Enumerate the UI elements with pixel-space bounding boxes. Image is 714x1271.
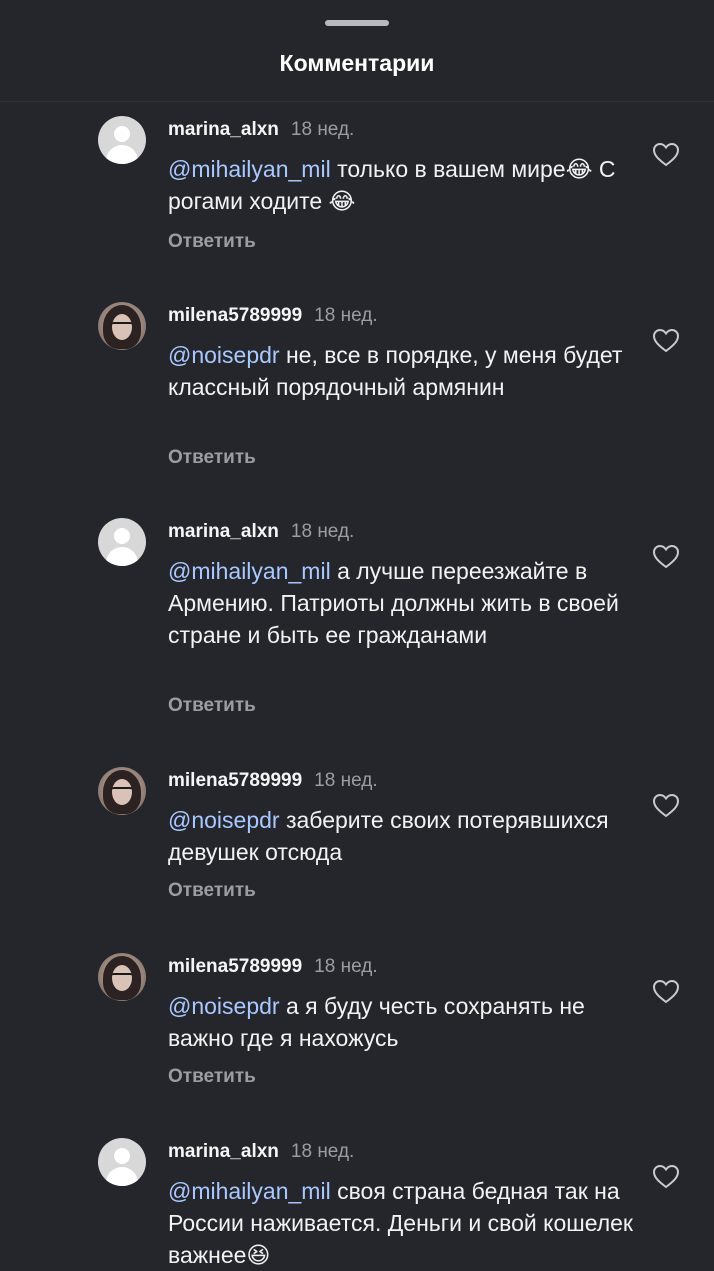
profile-photo[interactable] bbox=[98, 767, 146, 815]
like-heart-icon[interactable] bbox=[652, 979, 680, 1005]
comment-meta: marina_alxn 18 нед. bbox=[168, 1140, 354, 1164]
comment-text: @noisepdr заберите своих потерявшихся де… bbox=[168, 804, 638, 868]
comment-text: @noisepdr а я буду честь сохранять не ва… bbox=[168, 990, 638, 1054]
timestamp: 18 нед. bbox=[314, 956, 378, 977]
like-heart-icon[interactable] bbox=[652, 1164, 680, 1190]
default-avatar-icon[interactable] bbox=[98, 1138, 146, 1186]
comment-text: @mihailyan_mil своя страна бедная так на… bbox=[168, 1175, 638, 1271]
comment-meta: milena5789999 18 нед. bbox=[168, 769, 378, 793]
reply-button[interactable]: Ответить bbox=[168, 1066, 256, 1088]
mention-link[interactable]: @mihailyan_mil bbox=[168, 558, 331, 584]
comment-text: @noisepdr не, все в порядке, у меня буде… bbox=[168, 339, 638, 403]
username[interactable]: milena5789999 bbox=[168, 956, 302, 977]
reply-button[interactable]: Ответить bbox=[168, 695, 256, 717]
page-title: Комментарии bbox=[279, 50, 435, 76]
like-heart-icon[interactable] bbox=[652, 793, 680, 819]
mention-link[interactable]: @noisepdr bbox=[168, 993, 280, 1019]
profile-photo[interactable] bbox=[98, 302, 146, 350]
timestamp: 18 нед. bbox=[314, 305, 378, 326]
mention-link[interactable]: @noisepdr bbox=[168, 342, 280, 368]
reply-button[interactable]: Ответить bbox=[168, 447, 256, 469]
comment-meta: marina_alxn 18 нед. bbox=[168, 118, 354, 142]
like-heart-icon[interactable] bbox=[652, 142, 680, 168]
username[interactable]: milena5789999 bbox=[168, 305, 302, 326]
reply-button[interactable]: Ответить bbox=[168, 880, 256, 902]
comment-meta: milena5789999 18 нед. bbox=[168, 304, 378, 328]
mention-link[interactable]: @noisepdr bbox=[168, 807, 280, 833]
timestamp: 18 нед. bbox=[290, 1141, 355, 1162]
like-heart-icon[interactable] bbox=[652, 328, 680, 354]
default-avatar-icon[interactable] bbox=[98, 116, 146, 164]
like-heart-icon[interactable] bbox=[652, 544, 680, 570]
timestamp: 18 нед. bbox=[290, 521, 355, 542]
comment-text: @mihailyan_mil только в вашем мире😂 С ро… bbox=[168, 153, 638, 217]
mention-link[interactable]: @mihailyan_mil bbox=[168, 156, 331, 182]
username[interactable]: marina_alxn bbox=[168, 521, 279, 542]
profile-photo[interactable] bbox=[98, 953, 146, 1001]
comment-meta: marina_alxn 18 нед. bbox=[168, 520, 354, 544]
timestamp: 18 нед. bbox=[290, 119, 355, 140]
username[interactable]: marina_alxn bbox=[168, 119, 279, 140]
mention-link[interactable]: @mihailyan_mil bbox=[168, 1178, 331, 1204]
username[interactable]: milena5789999 bbox=[168, 770, 302, 791]
username[interactable]: marina_alxn bbox=[168, 1141, 279, 1162]
drag-handle[interactable] bbox=[325, 20, 389, 26]
header-divider bbox=[0, 101, 714, 102]
timestamp: 18 нед. bbox=[314, 770, 378, 791]
comment-meta: milena5789999 18 нед. bbox=[168, 955, 378, 979]
default-avatar-icon[interactable] bbox=[98, 518, 146, 566]
comment-text: @mihailyan_mil а лучше переезжайте в Арм… bbox=[168, 555, 638, 651]
reply-button[interactable]: Ответить bbox=[168, 231, 256, 253]
comments-sheet: Комментарии marina_alxn 18 нед. @mihailya… bbox=[0, 0, 714, 1271]
